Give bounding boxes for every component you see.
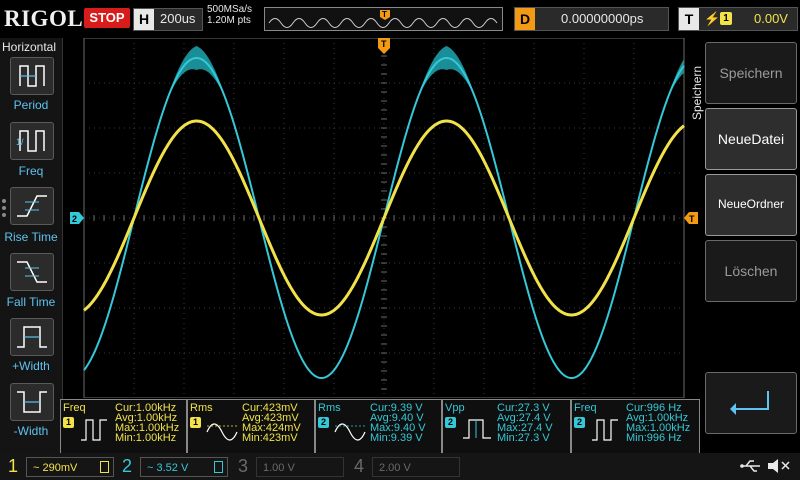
positive-width-label: +Width bbox=[12, 359, 50, 373]
rms-icon bbox=[334, 423, 366, 441]
timebase-value: 200us bbox=[160, 11, 196, 26]
channel-number: 1 bbox=[8, 456, 19, 476]
measurement-channel-badge: 1 bbox=[63, 417, 74, 428]
rise-time-icon bbox=[17, 195, 47, 217]
coupling-icon bbox=[214, 461, 223, 473]
measurement-minimum: Min:996 Hz bbox=[626, 432, 682, 444]
channel-scale-box: 1.00 V bbox=[256, 457, 344, 477]
svg-text:T: T bbox=[381, 39, 387, 49]
run-stop-indicator[interactable]: STOP bbox=[84, 8, 130, 28]
measurement-minimum: Min:27.3 V bbox=[497, 432, 550, 444]
channel-2-indicator[interactable]: 2 ~ 3.52 V bbox=[118, 455, 228, 478]
measurement-channel-badge: 2 bbox=[318, 417, 329, 428]
svg-text:T: T bbox=[382, 10, 387, 19]
measurement-channel-badge: 1 bbox=[190, 417, 201, 428]
rise-time-button[interactable] bbox=[10, 187, 54, 225]
measurement-name: Freq bbox=[63, 402, 86, 414]
channel-number: 3 bbox=[238, 456, 249, 476]
horizontal-label: H bbox=[134, 9, 154, 30]
svg-text:2: 2 bbox=[72, 214, 77, 224]
channel-scale: 1.00 V bbox=[263, 462, 295, 474]
measurement-name: Rms bbox=[318, 402, 341, 414]
measurement-name: Rms bbox=[190, 402, 213, 414]
trigger-label: T bbox=[679, 8, 699, 30]
neue-ordner-button[interactable]: NeueOrdner bbox=[705, 174, 797, 236]
svg-text:1/: 1/ bbox=[16, 137, 24, 147]
channel-2-ground-marker[interactable]: 2 bbox=[70, 212, 84, 224]
measurement-minimum: Min:1.00kHz bbox=[115, 432, 177, 444]
trigger-indicator[interactable]: T ⚡ 1 0.00V bbox=[678, 7, 798, 31]
freq-icon bbox=[81, 419, 107, 441]
speichern-button[interactable]: Speichern bbox=[705, 42, 797, 104]
channel-scale-box: ~ 290mV bbox=[26, 457, 114, 477]
delay-indicator[interactable]: D 0.00000000ps bbox=[514, 7, 669, 31]
fall-time-button[interactable] bbox=[10, 253, 54, 291]
measurement-name: Vpp bbox=[445, 402, 465, 414]
rigol-logo: RIGOL bbox=[4, 6, 84, 31]
loeschen-button[interactable]: Löschen bbox=[705, 240, 797, 302]
freq-icon: 1/ bbox=[16, 130, 45, 152]
svg-text:T: T bbox=[689, 214, 695, 224]
period-icon bbox=[19, 65, 45, 87]
measurement-item[interactable]: Freq 2 Cur:996 Hz Avg:1.00kHz Max:1.00kHz Min… bbox=[571, 399, 700, 454]
channel-3-indicator[interactable]: 3 1.00 V bbox=[234, 455, 344, 478]
coupling-icon bbox=[100, 461, 109, 473]
delay-label: D bbox=[515, 8, 535, 30]
measurement-item[interactable]: Rms 2 Cur:9.39 V Avg:9.40 V Max:9.40 V Min:9.… bbox=[315, 399, 442, 454]
trigger-position-marker[interactable]: T bbox=[378, 38, 390, 54]
memory-position-bar[interactable]: T bbox=[264, 7, 503, 31]
usb-icon bbox=[740, 460, 760, 472]
measurement-minimum: Min:9.39 V bbox=[370, 432, 423, 444]
sample-rate: 500MSa/s bbox=[207, 4, 253, 15]
channel-scale: ~ 3.52 V bbox=[147, 462, 189, 474]
fall-time-icon bbox=[17, 261, 47, 283]
neue-datei-button[interactable]: NeueDatei bbox=[705, 108, 797, 170]
positive-width-button[interactable] bbox=[10, 318, 54, 356]
measurement-name: Freq bbox=[574, 402, 597, 414]
memory-waveform-icon: T bbox=[268, 10, 498, 28]
menu-title: Speichern bbox=[690, 65, 704, 120]
freq-icon bbox=[592, 419, 618, 441]
freq-label: Freq bbox=[18, 164, 44, 178]
channel-scale: 2.00 V bbox=[379, 462, 411, 474]
rise-time-label: Rise Time bbox=[4, 230, 58, 244]
measurement-channel-badge: 2 bbox=[574, 417, 585, 428]
memory-depth: 1.20M pts bbox=[207, 15, 251, 26]
period-label: Period bbox=[13, 98, 49, 112]
measurement-item[interactable]: Vpp 2 Cur:27.3 V Avg:27.4 V Max:27.4 V Min:27… bbox=[442, 399, 571, 454]
positive-width-icon bbox=[17, 326, 47, 348]
channel-scale-box: 2.00 V bbox=[372, 457, 460, 477]
measurement-channel-badge: 2 bbox=[445, 417, 456, 428]
channel-number: 4 bbox=[354, 456, 365, 476]
negative-width-label: -Width bbox=[13, 424, 49, 438]
trigger-level-value: 0.00V bbox=[754, 11, 788, 26]
speaker-muted-icon[interactable] bbox=[766, 457, 792, 475]
delay-value: 0.00000000ps bbox=[561, 11, 644, 26]
period-button[interactable] bbox=[10, 57, 54, 95]
measurement-item[interactable]: Freq 1 Cur:1.00kHz Avg:1.00kHz Max:1.00kHz Mi… bbox=[60, 399, 187, 454]
channel-number: 2 bbox=[122, 456, 133, 476]
trigger-level-marker[interactable]: T bbox=[684, 212, 698, 224]
channel-4-indicator[interactable]: 4 2.00 V bbox=[350, 455, 460, 478]
negative-width-button[interactable] bbox=[10, 383, 54, 421]
channel-scale-box: ~ 3.52 V bbox=[140, 457, 228, 477]
return-arrow-icon bbox=[730, 391, 769, 415]
timebase-indicator[interactable]: H 200us bbox=[133, 8, 203, 31]
waveform-display[interactable] bbox=[62, 38, 704, 398]
channel-1-indicator[interactable]: 1 ~ 290mV bbox=[4, 455, 114, 478]
negative-width-icon bbox=[17, 391, 47, 413]
panel-title: Horizontal bbox=[2, 40, 57, 54]
page-indicator-dots bbox=[2, 196, 10, 220]
vpp-icon bbox=[463, 419, 491, 439]
return-button[interactable] bbox=[705, 372, 797, 434]
measurement-item[interactable]: Rms 1 Cur:423mV Avg:423mV Max:424mV Min:423mV bbox=[187, 399, 315, 454]
freq-button[interactable]: 1/ bbox=[10, 122, 54, 160]
rms-icon bbox=[206, 423, 238, 441]
acquisition-info: 500MSa/s 1.20M pts bbox=[207, 4, 252, 26]
trigger-source-badge: 1 bbox=[720, 12, 732, 25]
channel-scale: ~ 290mV bbox=[33, 462, 78, 474]
rising-edge-icon: ⚡ bbox=[704, 11, 721, 26]
measurement-minimum: Min:423mV bbox=[242, 432, 298, 444]
fall-time-label: Fall Time bbox=[6, 295, 56, 309]
